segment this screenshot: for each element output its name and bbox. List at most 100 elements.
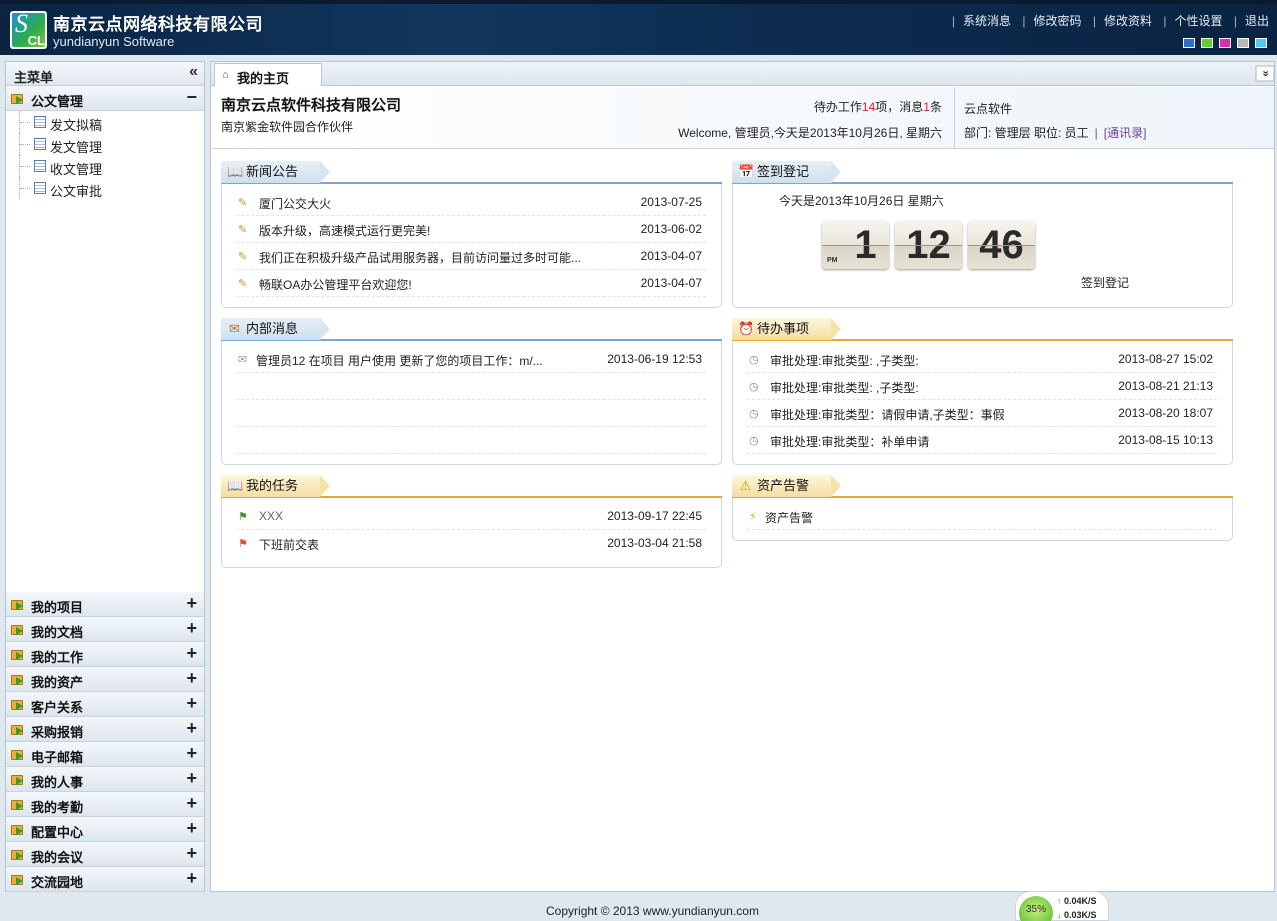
menu-group-meetings[interactable]: 我的会议 +	[6, 842, 204, 867]
expand-icon[interactable]: +	[186, 768, 197, 789]
sidebar-title: 主菜单	[14, 70, 54, 85]
todo-panel: ⏰ 待办事项 ◷ 审批处理:审批类型: ,子类型: 2013-08-27 15:02 …	[732, 318, 1233, 465]
asset-alert-panel: ⚠ 资产告警 ⚡ 资产告警	[732, 475, 1233, 541]
news-item[interactable]: ✎ 厦门公交大火 2013-07-25	[236, 189, 706, 216]
document-icon	[34, 138, 46, 150]
todo-item[interactable]: ◷ 审批处理:审批类型: ,子类型: 2013-08-21 21:13	[747, 373, 1217, 400]
news-item[interactable]: ✎ 畅联OA办公管理平台欢迎您! 2013-04-07	[236, 270, 706, 297]
submenu-item-incoming[interactable]: 收文管理	[6, 155, 204, 177]
expand-icon[interactable]: +	[186, 718, 197, 739]
todo-item[interactable]: ◷ 审批处理:审批类型: ,子类型: 2013-08-27 15:02	[747, 346, 1217, 373]
expand-icon[interactable]: +	[186, 618, 197, 639]
menu-group-document-management[interactable]: 公文管理 −	[6, 86, 204, 111]
clock-icon: ◷	[749, 408, 759, 420]
folder-arrow-icon	[11, 622, 26, 636]
skin-swatch-gray[interactable]	[1237, 38, 1249, 48]
tab-list-dropdown-icon[interactable]: »	[1255, 65, 1275, 82]
folder-arrow-icon	[11, 91, 26, 105]
skin-swatch-blue[interactable]	[1183, 38, 1195, 48]
tasks-panel-title: 📖 我的任务	[221, 475, 331, 497]
tasks-panel: 📖 我的任务 ⚑ XXX 2013-09-17 22:45 ⚑ 下班前交表 2013-03…	[221, 475, 722, 568]
sidebar: 主菜单 « 公文管理 − 发文拟稿 发文管理 收文管理 公文审批 我的项目 + 我…	[5, 61, 205, 892]
message-empty-row	[236, 373, 706, 400]
contacts-link[interactable]: [通讯录]	[1104, 126, 1147, 140]
folder-arrow-icon	[11, 772, 26, 786]
network-speed-widget: 35% ↑ 0.04K/S ↓ 0.03K/S	[1015, 891, 1109, 921]
welcome-text: Welcome, 管理员,今天是2013年10月26日, 星期六	[678, 126, 942, 140]
menu-group-hr[interactable]: 我的人事 +	[6, 767, 204, 792]
clock-icon: ◷	[749, 354, 759, 366]
expand-icon[interactable]: +	[186, 668, 197, 689]
submenu-item-approval[interactable]: 公文审批	[6, 177, 204, 199]
menu-group-documents[interactable]: 我的文档 +	[6, 617, 204, 642]
green-flag-icon: ⚑	[238, 511, 248, 523]
edit-profile-link[interactable]: 修改资料	[1104, 14, 1152, 28]
menu-group-email[interactable]: 电子邮箱 +	[6, 742, 204, 767]
checkin-button[interactable]: 签到登记	[1081, 274, 1129, 291]
change-password-link[interactable]: 修改密码	[1034, 14, 1082, 28]
org-title: 南京云点软件科技有限公司	[221, 97, 402, 114]
expand-icon[interactable]: +	[186, 643, 197, 664]
skin-swatch-green[interactable]	[1201, 38, 1213, 48]
up-arrow-icon: ↑	[1057, 896, 1062, 906]
org-name: 云点软件	[964, 102, 1013, 116]
expand-icon[interactable]: +	[186, 818, 197, 839]
system-messages-link[interactable]: 系统消息	[963, 14, 1011, 28]
open-book-icon: 📖	[227, 478, 244, 493]
news-item[interactable]: ✎ 我们正在积极升级产品试用服务器，目前访问量过多时可能... 2013-04-07	[236, 243, 706, 270]
document-icon	[34, 116, 46, 128]
tab-bar: ⌂ 我的主页 »	[211, 62, 1275, 86]
task-item[interactable]: ⚑ 下班前交表 2013-03-04 21:58	[236, 530, 706, 557]
main-content: ⌂ 我的主页 » 南京云点软件科技有限公司 南京紫金软件园合作伙伴 待办工作14…	[210, 61, 1275, 892]
asset-alert-item[interactable]: ⚡ 资产告警	[747, 503, 1217, 530]
news-item[interactable]: ✎ 版本升级，高速模式运行更完美! 2013-06-02	[236, 216, 706, 243]
user-info-bar: 南京云点软件科技有限公司 南京紫金软件园合作伙伴 待办工作14项，消息1条 We…	[211, 87, 1274, 149]
collapse-sidebar-icon[interactable]: «	[189, 63, 198, 81]
tab-home[interactable]: ⌂ 我的主页	[214, 63, 322, 86]
menu-group-purchasing[interactable]: 采购报销 +	[6, 717, 204, 742]
company-logo: S CL	[10, 11, 47, 49]
company-subtitle: yundianyun Software	[53, 34, 175, 49]
menu-group-config[interactable]: 配置中心 +	[6, 817, 204, 842]
submenu-item-draft[interactable]: 发文拟稿	[6, 111, 204, 133]
document-icon	[34, 160, 46, 172]
document-icon	[34, 182, 46, 194]
todo-summary[interactable]: 待办工作14项，消息1条	[814, 98, 942, 115]
clock-second: 46	[968, 221, 1035, 269]
logout-link[interactable]: 退出	[1245, 14, 1269, 28]
alarm-clock-icon: ⏰	[738, 321, 755, 336]
menu-group-customers[interactable]: 客户关系 +	[6, 692, 204, 717]
submenu-item-outgoing[interactable]: 发文管理	[6, 133, 204, 155]
collapse-group-icon[interactable]: −	[186, 87, 197, 108]
todo-item[interactable]: ◷ 审批处理:审批类型：请假申请,子类型：事假 2013-08-20 18:07	[747, 400, 1217, 427]
expand-icon[interactable]: +	[186, 868, 197, 889]
expand-icon[interactable]: +	[186, 593, 197, 614]
menu-group-work[interactable]: 我的工作 +	[6, 642, 204, 667]
mail-icon: ✉	[238, 354, 248, 366]
speed-percent: 35%	[1019, 896, 1053, 921]
skin-swatch-cyan[interactable]	[1255, 38, 1267, 48]
menu-group-projects[interactable]: 我的项目 +	[6, 592, 204, 617]
menu-group-assets[interactable]: 我的资产 +	[6, 667, 204, 692]
folder-arrow-icon	[11, 822, 26, 836]
megaphone-icon: ✎	[238, 197, 248, 209]
expand-icon[interactable]: +	[186, 693, 197, 714]
folder-arrow-icon	[11, 647, 26, 661]
todo-item[interactable]: ◷ 审批处理:审批类型：补单申请 2013-08-15 10:13	[747, 427, 1217, 454]
clock-minute: 12	[895, 221, 962, 269]
personal-settings-link[interactable]: 个性设置	[1175, 14, 1223, 28]
menu-group-attendance[interactable]: 我的考勤 +	[6, 792, 204, 817]
message-item[interactable]: ✉ 管理员12 在项目 用户使用 更新了您的项目工作：m/... 2013-06-1…	[236, 346, 706, 373]
skin-swatch-magenta[interactable]	[1219, 38, 1231, 48]
expand-icon[interactable]: +	[186, 743, 197, 764]
news-panel: 📖 新闻公告 ✎ 厦门公交大火 2013-07-25 ✎ 版本升级，高速模式运行更完美!…	[221, 161, 722, 308]
todo-count: 14	[861, 100, 876, 114]
task-item[interactable]: ⚑ XXX 2013-09-17 22:45	[236, 503, 706, 530]
expand-icon[interactable]: +	[186, 793, 197, 814]
megaphone-icon: ✎	[238, 251, 248, 263]
upload-speed: ↑ 0.04K/S	[1057, 896, 1097, 906]
expand-icon[interactable]: +	[186, 843, 197, 864]
message-empty-row	[236, 427, 706, 454]
document-submenu: 发文拟稿 发文管理 收文管理 公文审批	[6, 111, 204, 593]
menu-group-community[interactable]: 交流园地 +	[6, 867, 204, 892]
